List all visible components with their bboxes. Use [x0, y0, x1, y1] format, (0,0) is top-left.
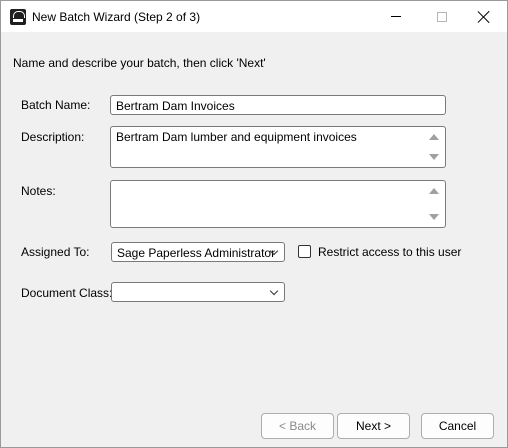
- assigned-to-select[interactable]: Sage Paperless Administrator: [111, 242, 285, 262]
- cancel-button[interactable]: Cancel: [421, 413, 494, 439]
- document-class-label: Document Class:: [21, 286, 113, 300]
- notes-label: Notes:: [21, 184, 56, 198]
- app-icon: [10, 9, 26, 25]
- document-class-select[interactable]: [111, 282, 285, 302]
- assigned-to-value: Sage Paperless Administrator: [117, 246, 276, 260]
- minimize-icon: [391, 16, 401, 17]
- chevron-down-icon: [269, 286, 279, 296]
- notes-textarea[interactable]: [110, 180, 446, 228]
- scroll-up-icon[interactable]: [429, 188, 439, 194]
- minimize-button[interactable]: [373, 1, 419, 32]
- description-textarea[interactable]: Bertram Dam lumber and equipment invoice…: [110, 126, 446, 168]
- scroll-down-icon[interactable]: [429, 154, 439, 160]
- scroll-down-icon[interactable]: [429, 214, 439, 220]
- description-label: Description:: [21, 130, 85, 144]
- next-button[interactable]: Next >: [337, 413, 410, 439]
- close-icon: [478, 11, 490, 23]
- wizard-window: New Batch Wizard (Step 2 of 3) Name and …: [0, 0, 508, 448]
- maximize-icon: [437, 11, 447, 22]
- back-button: < Back: [261, 413, 334, 439]
- restrict-access-label[interactable]: Restrict access to this user: [318, 245, 461, 259]
- title-bar[interactable]: New Batch Wizard (Step 2 of 3): [1, 1, 507, 32]
- batch-name-value: Bertram Dam Invoices: [116, 99, 235, 113]
- batch-name-input[interactable]: Bertram Dam Invoices: [110, 95, 446, 115]
- instructions-text: Name and describe your batch, then click…: [13, 56, 266, 70]
- batch-name-label: Batch Name:: [21, 98, 91, 112]
- restrict-access-checkbox[interactable]: [298, 245, 311, 258]
- scroll-up-icon[interactable]: [429, 134, 439, 140]
- description-value: Bertram Dam lumber and equipment invoice…: [116, 130, 357, 144]
- close-button[interactable]: [461, 1, 507, 32]
- maximize-button: [419, 1, 465, 32]
- window-title: New Batch Wizard (Step 2 of 3): [32, 10, 201, 24]
- assigned-to-label: Assigned To:: [21, 245, 90, 259]
